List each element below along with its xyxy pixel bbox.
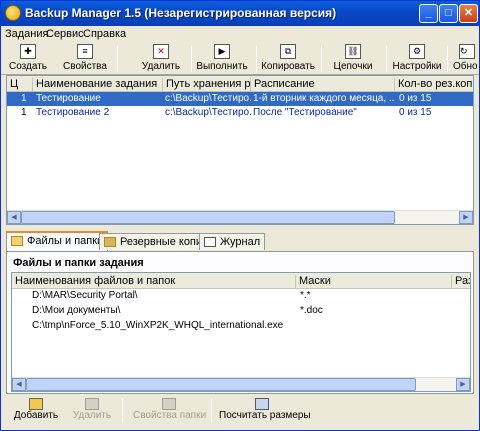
folder-icon [11,236,23,246]
toolbar-separator [256,46,257,72]
column-header-copies[interactable]: Кол-во рез.копий [395,78,473,92]
job-row[interactable]: 1 Тестирование c:\Backup\Тестиро... 1-й … [7,92,473,106]
toolbar-separator [211,399,212,423]
scroll-left-arrow-icon[interactable]: ◀ [7,211,21,224]
add-folder-icon [29,398,43,410]
column-header-schedule[interactable]: Расписание [251,78,395,92]
delete-button[interactable]: ✕ Удалить [138,43,184,74]
scroll-thumb[interactable] [21,211,395,224]
settings-button[interactable]: ⚙ Настройки [391,43,443,74]
update-icon: ↻ [459,44,475,59]
delete-file-button[interactable]: Удалить [69,397,115,427]
file-row[interactable]: C:\tmp\nForce_5.10_WinXP2K_WHQL_internat… [12,319,470,333]
chains-button[interactable]: ⛓ Цепочки [327,43,379,74]
folder-properties-button[interactable]: Свойства папки [133,397,206,427]
update-button[interactable]: ↻ Обно [453,43,479,74]
jobs-table: Ц Наименование задания Путь хранения р..… [6,75,474,225]
create-icon: ✚ [20,44,36,59]
column-header-filename[interactable]: Наименования файлов и папок [12,275,296,289]
close-button[interactable]: ✕ [459,4,478,23]
toolbar-separator [386,46,387,72]
minimize-button[interactable]: _ [419,4,438,23]
properties-icon: ≡ [77,44,93,59]
menu-bar: Задания Сервис Справка [1,26,479,43]
journal-icon [204,237,216,247]
files-horizontal-scrollbar[interactable]: ◀ ▶ [12,377,470,391]
run-button[interactable]: ▶ Выполнить [195,43,249,74]
column-header-name[interactable]: Наименование задания [33,78,163,92]
bottom-toolbar: Добавить Удалить Свойства папки Посчитат… [1,395,479,430]
maximize-button[interactable]: □ [439,4,458,23]
column-header-size[interactable]: Разме [452,275,470,289]
backup-icon [104,237,116,247]
settings-icon: ⚙ [409,44,425,59]
properties-button[interactable]: ≡ Свойства [59,43,111,74]
copy-button[interactable]: ⧉ Копировать [260,43,316,74]
file-row[interactable]: D:\MAR\Security Portal\ *.* [12,289,470,303]
scroll-right-arrow-icon[interactable]: ▶ [459,211,473,224]
delete-icon: ✕ [153,44,169,59]
add-button[interactable]: Добавить [13,397,59,427]
scroll-right-arrow-icon[interactable]: ▶ [456,378,470,391]
calculator-icon [255,398,269,410]
files-header: Наименования файлов и папок Маски Разме [12,273,470,289]
tab-files[interactable]: Файлы и папки [6,231,109,251]
menu-servis[interactable]: Сервис [46,28,84,40]
jobs-header: Ц Наименование задания Путь хранения р..… [7,76,473,92]
create-button[interactable]: ✚ Создать [5,43,51,74]
app-icon [5,5,21,21]
toolbar-separator [321,46,322,72]
scroll-left-arrow-icon[interactable]: ◀ [12,378,26,391]
run-icon: ▶ [214,44,230,59]
tab-journal[interactable]: Журнал [199,233,266,250]
column-header-path[interactable]: Путь хранения р... [163,78,251,92]
files-table: Наименования файлов и папок Маски Разме … [11,272,471,392]
delete-folder-icon [85,398,99,410]
files-panel: Файлы и папки задания Наименования файло… [6,251,474,394]
tab-strip: Файлы и папки Резервные копии Журнал [6,231,472,251]
toolbar-separator [447,46,448,72]
jobs-horizontal-scrollbar[interactable]: ◀ ▶ [7,210,473,224]
folder-properties-icon [162,398,176,410]
file-row[interactable]: D:\Мои документы\ *.doc [12,304,470,318]
copy-icon: ⧉ [280,44,296,59]
window-title: Backup Manager 1.5 (Незарегистрированная… [25,6,337,20]
toolbar-separator [191,46,192,72]
column-header-c[interactable]: Ц [7,78,33,92]
panel-title: Файлы и папки задания [13,257,144,269]
job-row[interactable]: 1 Тестирование 2 c:\Backup\Тестиро... По… [7,106,473,120]
title-bar[interactable]: Backup Manager 1.5 (Незарегистрированная… [1,1,479,26]
toolbar-separator [122,399,123,423]
menu-spravka[interactable]: Справка [83,28,126,40]
toolbar: ✚ Создать ≡ Свойства ✕ Удалить ▶ Выполни… [1,43,479,75]
tab-backups[interactable]: Резервные копии [99,233,214,250]
calculate-sizes-button[interactable]: Посчитать размеры [219,397,311,427]
column-header-mask[interactable]: Маски [296,275,452,289]
app-window: Backup Manager 1.5 (Незарегистрированная… [0,0,480,431]
chains-icon: ⛓ [345,44,361,59]
scroll-thumb[interactable] [26,378,416,391]
menu-zadaniya[interactable]: Задания [5,28,48,40]
toolbar-separator [117,46,118,72]
